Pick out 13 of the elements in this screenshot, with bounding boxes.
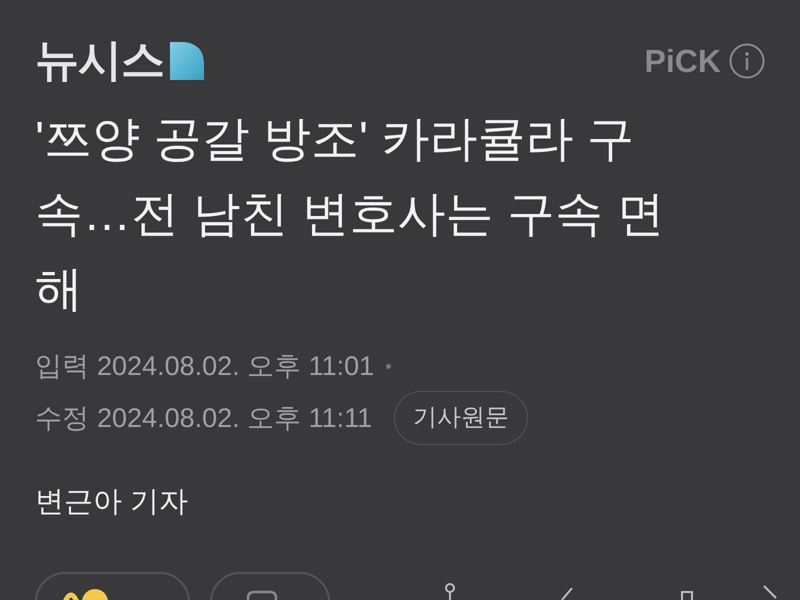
input-label: 입력 xyxy=(35,350,89,383)
input-time: 2024.08.02. 오후 11:01 xyxy=(97,350,374,383)
pick-label: PiCK xyxy=(644,45,721,77)
edit-label: 수정 xyxy=(35,402,89,435)
comment-icon xyxy=(246,590,278,600)
original-article-button[interactable]: 기사원문 xyxy=(394,391,528,445)
info-icon[interactable] xyxy=(729,43,765,79)
logo-icon xyxy=(170,42,204,80)
reporter-name: 변근아 기자 xyxy=(34,485,190,520)
emoji-icon xyxy=(63,586,109,600)
headline: '쯔양 공갈 방조' 카라큘라 구속…전 남친 변호사는 구속 면해 xyxy=(34,112,666,318)
edit-time: 2024.08.02. 오후 11:11 xyxy=(97,402,372,435)
logo-text: 뉴시스 xyxy=(35,39,164,83)
